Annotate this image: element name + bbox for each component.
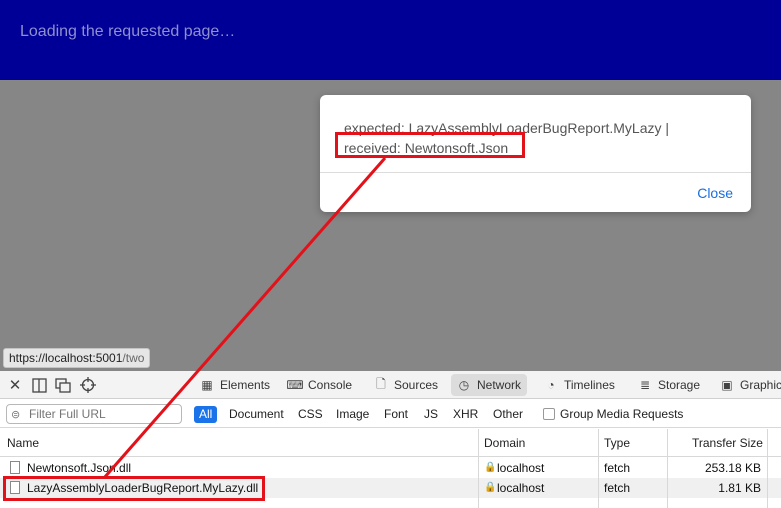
loading-text: Loading the requested page…: [20, 23, 236, 40]
network-icon: ◷: [458, 378, 470, 392]
row-domain: localhost: [497, 481, 545, 495]
row-name: Newtonsoft.Json.dll: [27, 461, 132, 475]
tab-storage-label: Storage: [658, 378, 701, 392]
column-divider: [667, 429, 668, 508]
status-url-host: https://localhost:5001: [9, 351, 123, 365]
lock-icon: 🔒: [484, 462, 497, 473]
filter-xhr[interactable]: XHR: [448, 406, 483, 423]
devtools-tabbar: ✕ ▦ Elements ⌨ Console 🗋 Sources ◷ Netwo…: [0, 371, 781, 399]
database-icon: ≣: [639, 378, 651, 392]
column-divider: [598, 429, 599, 508]
console-icon: ⌨: [286, 378, 304, 392]
status-url-path: /two: [122, 351, 145, 365]
column-domain[interactable]: Domain: [484, 436, 525, 450]
filter-all[interactable]: All: [194, 406, 218, 423]
tab-elements[interactable]: ▦ Elements: [194, 374, 276, 396]
filter-js[interactable]: JS: [419, 406, 443, 423]
group-media-label: Group Media Requests: [560, 407, 684, 421]
row-domain: localhost: [497, 461, 545, 475]
loading-banner: Loading the requested page…: [0, 0, 781, 80]
dialog-divider: [320, 172, 751, 173]
column-type[interactable]: Type: [604, 436, 630, 450]
tab-graphics[interactable]: ▣ Graphic: [714, 374, 781, 396]
tab-console[interactable]: ⌨ Console: [282, 374, 358, 396]
image-icon: ▣: [721, 378, 733, 392]
row-type: fetch: [604, 481, 631, 495]
close-icon[interactable]: ✕: [6, 376, 24, 394]
close-button[interactable]: Close: [697, 185, 733, 201]
tab-network[interactable]: ◷ Network: [451, 374, 528, 396]
column-name[interactable]: Name: [7, 436, 39, 450]
filter-url-input[interactable]: [6, 404, 182, 424]
dock-icon[interactable]: [30, 376, 48, 394]
network-table-header: Name Domain Type Transfer Size: [0, 429, 781, 457]
tab-storage[interactable]: ≣ Storage: [632, 374, 706, 396]
filter-font[interactable]: Font: [379, 406, 413, 423]
annotation-box-mylazy-row: [3, 476, 265, 501]
filter-css[interactable]: CSS: [293, 406, 328, 423]
file-icon: [10, 461, 20, 474]
row-size: 253.18 KB: [704, 461, 761, 475]
network-filterbar: ⊜ All Document CSS Image Font JS XHR Oth…: [0, 400, 781, 428]
row-size: 1.81 KB: [718, 481, 761, 495]
lock-icon: 🔒: [484, 482, 497, 493]
status-url-tooltip: https://localhost:5001/two: [3, 348, 151, 368]
tab-sources[interactable]: 🗋 Sources: [368, 374, 444, 396]
table-row[interactable]: Newtonsoft.Json.dll 🔒 localhost fetch 25…: [0, 458, 781, 478]
column-divider: [478, 429, 479, 508]
annotation-box-received: [335, 132, 525, 158]
tab-console-label: Console: [308, 378, 353, 392]
tab-timelines[interactable]: ◔ Timelines: [538, 374, 621, 396]
row-type: fetch: [604, 461, 631, 475]
column-divider: [767, 429, 768, 508]
column-transfer-size[interactable]: Transfer Size: [692, 436, 763, 450]
tab-elements-label: Elements: [220, 378, 271, 392]
tab-graphics-label: Graphic: [740, 378, 781, 392]
filter-image[interactable]: Image: [331, 406, 374, 423]
crosshair-icon[interactable]: [79, 376, 97, 394]
filter-other[interactable]: Other: [488, 406, 528, 423]
tab-network-label: Network: [477, 378, 522, 392]
clock-icon: ◔: [547, 378, 555, 392]
undock-icon[interactable]: [54, 376, 72, 394]
elements-icon: ▦: [201, 378, 213, 392]
filter-document[interactable]: Document: [224, 406, 289, 423]
document-icon: 🗋: [376, 376, 386, 391]
tab-timelines-label: Timelines: [564, 378, 615, 392]
filter-icon: ⊜: [11, 409, 21, 421]
group-media-checkbox[interactable]: [543, 408, 555, 420]
tab-sources-label: Sources: [394, 378, 439, 392]
